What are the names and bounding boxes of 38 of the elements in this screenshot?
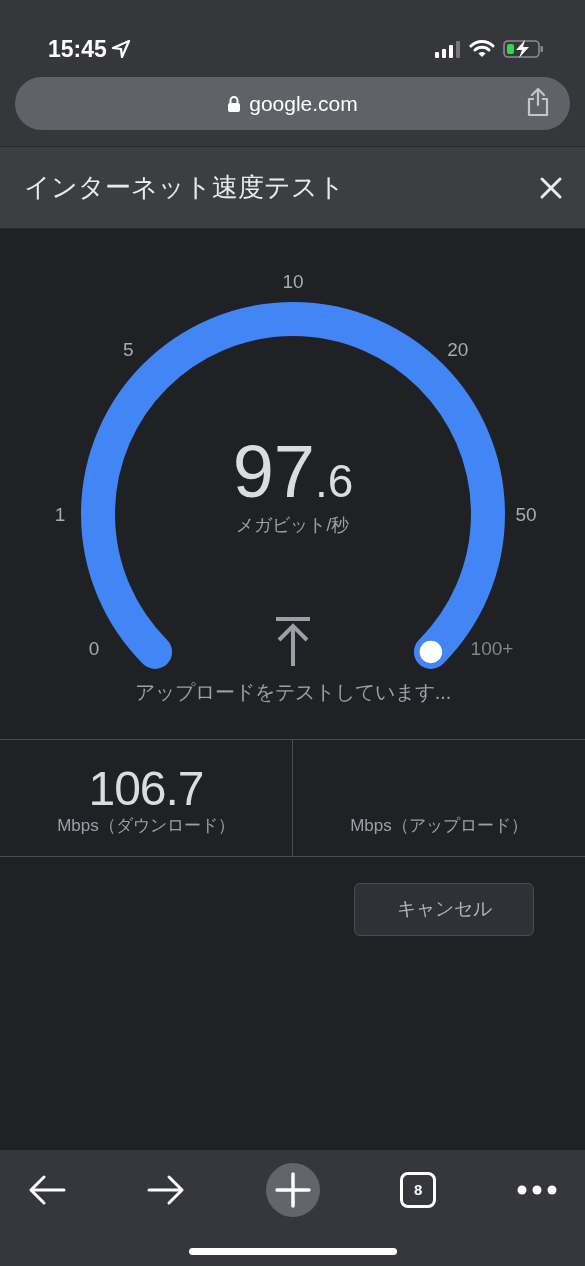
wifi-icon <box>469 39 495 59</box>
result-label: Mbps（アップロード） <box>350 814 528 837</box>
gauge-tick-label: 0 <box>88 638 100 660</box>
panel-title: インターネット速度テスト <box>24 171 345 204</box>
url-text: google.com <box>249 90 358 117</box>
signal-icon <box>435 40 461 58</box>
forward-arrow-icon <box>146 1174 185 1206</box>
back-button[interactable] <box>28 1174 66 1206</box>
location-arrow-icon <box>110 39 131 59</box>
more-icon <box>517 1185 557 1195</box>
gauge-tick-label: 20 <box>447 339 469 361</box>
gauge-tick-label: 50 <box>515 504 537 525</box>
tab-count-button[interactable]: 8 <box>400 1172 437 1208</box>
share-button[interactable] <box>526 87 550 117</box>
gauge-tick-label: 1 <box>54 504 66 525</box>
status-time: 15:45 <box>48 34 107 64</box>
back-arrow-icon <box>28 1174 66 1206</box>
share-icon <box>526 87 550 117</box>
new-tab-button[interactable] <box>265 1163 320 1217</box>
address-bar[interactable]: google.com <box>15 77 570 130</box>
speed-reading: 97.6 <box>232 430 354 513</box>
cancel-button[interactable]: キャンセル <box>354 883 534 936</box>
gauge-tick-label: 10 <box>282 271 304 292</box>
close-button[interactable] <box>539 175 563 200</box>
upload-arrow-icon <box>276 617 310 668</box>
close-icon <box>539 175 563 200</box>
result-value: 106.7 <box>88 764 204 813</box>
lock-icon <box>227 95 242 112</box>
gauge-tick-label: 5 <box>122 339 134 361</box>
battery-charging-icon <box>503 39 545 59</box>
forward-button[interactable] <box>146 1174 185 1206</box>
status-message: アップロードをテストしています... <box>134 681 452 703</box>
speed-unit: メガビット/秒 <box>236 515 350 535</box>
gauge-tick-label: 100+ <box>470 638 514 660</box>
plus-icon <box>274 1172 311 1208</box>
more-button[interactable] <box>517 1185 557 1195</box>
result-label: Mbps（ダウンロード） <box>57 814 235 837</box>
gauge-thumb <box>418 639 444 665</box>
